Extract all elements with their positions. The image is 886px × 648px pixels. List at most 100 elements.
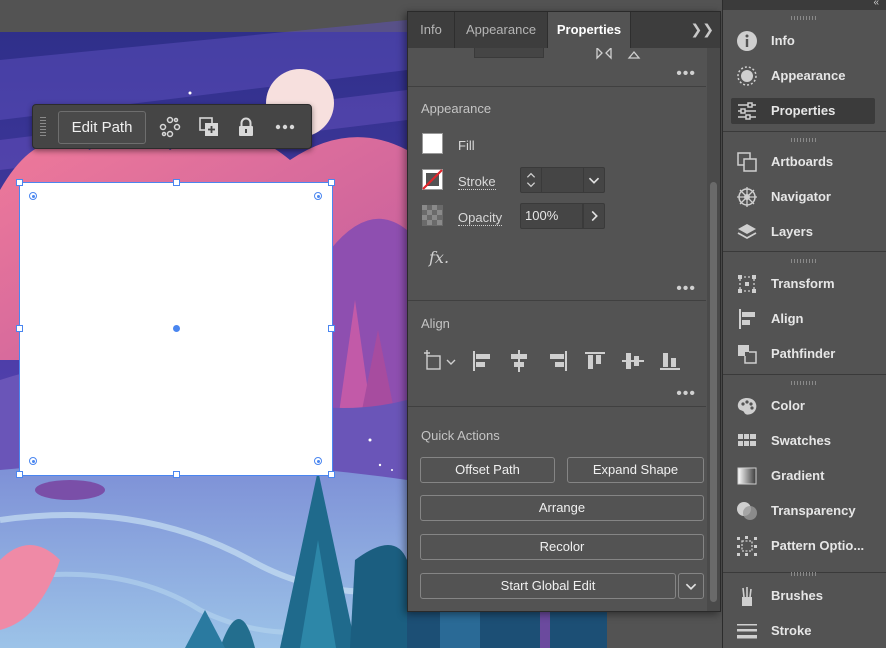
dock-item-label: Info	[771, 33, 795, 48]
resize-handle-top-right[interactable]	[328, 179, 335, 186]
stroke-none-swatch[interactable]	[422, 169, 443, 190]
divider	[408, 86, 706, 87]
appearance-section-title: Appearance	[421, 101, 492, 116]
navigator-icon	[737, 187, 757, 207]
appearance-icon	[737, 66, 757, 86]
resize-handle-top-left[interactable]	[16, 179, 23, 186]
dock-item-pathfinder[interactable]: Pathfinder	[731, 341, 875, 367]
dock-item-info[interactable]: Info	[731, 28, 875, 54]
group-grip-handle[interactable]	[791, 381, 817, 385]
dock-item-label: Align	[771, 311, 804, 326]
pathfinder-icon	[738, 345, 757, 364]
recolor-button[interactable]: Recolor	[420, 534, 704, 560]
taskbar-grip-handle[interactable]	[40, 117, 46, 137]
align-right-icon[interactable]	[546, 349, 570, 373]
dock-item-transform[interactable]: Transform	[731, 271, 875, 297]
dock-item-color[interactable]: Color	[731, 393, 875, 419]
panel-tab-bar: Info Appearance Properties ❯❯	[408, 12, 720, 48]
brushes-icon	[742, 587, 752, 606]
dock-item-stroke[interactable]: Stroke	[731, 618, 875, 644]
group-grip-handle[interactable]	[791, 16, 817, 20]
resize-handle-bottom[interactable]	[173, 471, 180, 478]
edit-path-button[interactable]: Edit Path	[58, 111, 146, 144]
flip-horizontal-icon[interactable]	[594, 48, 614, 60]
transform-more-options-icon[interactable]: •••	[676, 66, 696, 82]
color-icon	[737, 398, 757, 415]
fill-swatch[interactable]	[422, 133, 443, 154]
artboards-icon	[737, 152, 757, 172]
live-corner-widget-bottom-left[interactable]	[29, 457, 37, 465]
chevron-right-icon[interactable]	[583, 203, 605, 229]
dock-item-transparency[interactable]: Transparency	[731, 498, 875, 524]
stroke-label[interactable]: Stroke	[458, 174, 496, 190]
panel-menu-icon[interactable]: ❯❯	[691, 21, 714, 38]
lock-icon[interactable]	[235, 116, 257, 138]
group-grip-handle[interactable]	[791, 259, 817, 263]
expand-shape-button[interactable]: Expand Shape	[567, 457, 704, 483]
align-more-options-icon[interactable]: •••	[676, 386, 696, 402]
align-to-icon[interactable]	[422, 349, 458, 373]
panel-scrollbar-thumb[interactable]	[710, 182, 717, 602]
start-global-edit-button[interactable]: Start Global Edit	[420, 573, 676, 599]
chevron-down-icon[interactable]	[678, 573, 704, 599]
offset-path-button[interactable]: Offset Path	[420, 457, 555, 483]
quick-actions-section-title: Quick Actions	[421, 428, 500, 443]
align-icon	[739, 309, 755, 329]
distribute-icon[interactable]	[159, 116, 181, 138]
more-icon[interactable]	[274, 116, 296, 138]
divider	[408, 300, 706, 301]
dock-item-align[interactable]: Align	[731, 306, 875, 332]
stroke-weight-stepper[interactable]	[520, 167, 542, 193]
flip-vertical-icon[interactable]	[627, 48, 641, 60]
dock-item-label: Gradient	[771, 468, 825, 483]
dock-item-layers[interactable]: Layers	[731, 219, 875, 245]
dock-item-properties[interactable]: Properties	[731, 98, 875, 124]
appearance-more-options-icon[interactable]: •••	[676, 281, 696, 297]
arrange-button[interactable]: Arrange	[420, 495, 704, 521]
align-section-title: Align	[421, 316, 450, 331]
live-corner-widget-top-left[interactable]	[29, 192, 37, 200]
resize-handle-left[interactable]	[16, 325, 23, 332]
group-grip-handle[interactable]	[791, 572, 817, 576]
dock-item-brushes[interactable]: Brushes	[731, 583, 875, 609]
resize-handle-bottom-right[interactable]	[328, 471, 335, 478]
stroke-weight-field[interactable]	[542, 167, 583, 193]
live-corner-widget-top-right[interactable]	[314, 192, 322, 200]
dock-item-label: Stroke	[771, 623, 812, 638]
tab-appearance[interactable]: Appearance	[455, 12, 548, 48]
dock-group: Transform Align Pathfinder	[723, 252, 886, 375]
tab-info[interactable]: Info	[408, 12, 455, 48]
selected-rectangle[interactable]	[16, 179, 335, 478]
effects-fx-button[interactable]: fx.	[429, 248, 449, 267]
dock-item-label: Brushes	[771, 588, 824, 603]
align-vertical-center-icon[interactable]	[621, 349, 645, 373]
dock-item-appearance[interactable]: Appearance	[731, 63, 875, 89]
layers-icon	[737, 224, 757, 240]
chevron-down-icon[interactable]	[583, 167, 605, 193]
opacity-label[interactable]: Opacity	[458, 210, 503, 226]
dock-item-artboards[interactable]: Artboards	[731, 149, 875, 175]
align-bottom-icon[interactable]	[658, 349, 682, 373]
tab-properties[interactable]: Properties	[548, 12, 631, 48]
collapse-dock-icon[interactable]: «	[873, 0, 879, 8]
align-top-icon[interactable]	[583, 349, 607, 373]
properties-panel: Info Appearance Properties ❯❯ ••• Appear…	[407, 11, 721, 612]
dock-item-pattern-options[interactable]: Pattern Optio...	[731, 533, 875, 559]
live-corner-widget-bottom-right[interactable]	[314, 457, 322, 465]
info-icon	[737, 31, 757, 51]
resize-handle-bottom-left[interactable]	[16, 471, 23, 478]
opacity-icon	[422, 205, 443, 226]
dock-item-gradient[interactable]: Gradient	[731, 463, 875, 489]
dock-item-navigator[interactable]: Navigator	[731, 184, 875, 210]
gradient-icon	[737, 467, 757, 485]
opacity-input[interactable]: 100%	[520, 203, 583, 229]
dock-item-swatches[interactable]: Swatches	[731, 428, 875, 454]
resize-handle-top[interactable]	[173, 179, 180, 186]
resize-handle-right[interactable]	[328, 325, 335, 332]
duplicate-icon[interactable]	[198, 116, 220, 138]
dock-item-label: Color	[771, 398, 805, 413]
align-left-icon[interactable]	[470, 349, 494, 373]
group-grip-handle[interactable]	[791, 138, 817, 142]
dock-item-label: Transparency	[771, 503, 856, 518]
align-horizontal-center-icon[interactable]	[507, 349, 531, 373]
